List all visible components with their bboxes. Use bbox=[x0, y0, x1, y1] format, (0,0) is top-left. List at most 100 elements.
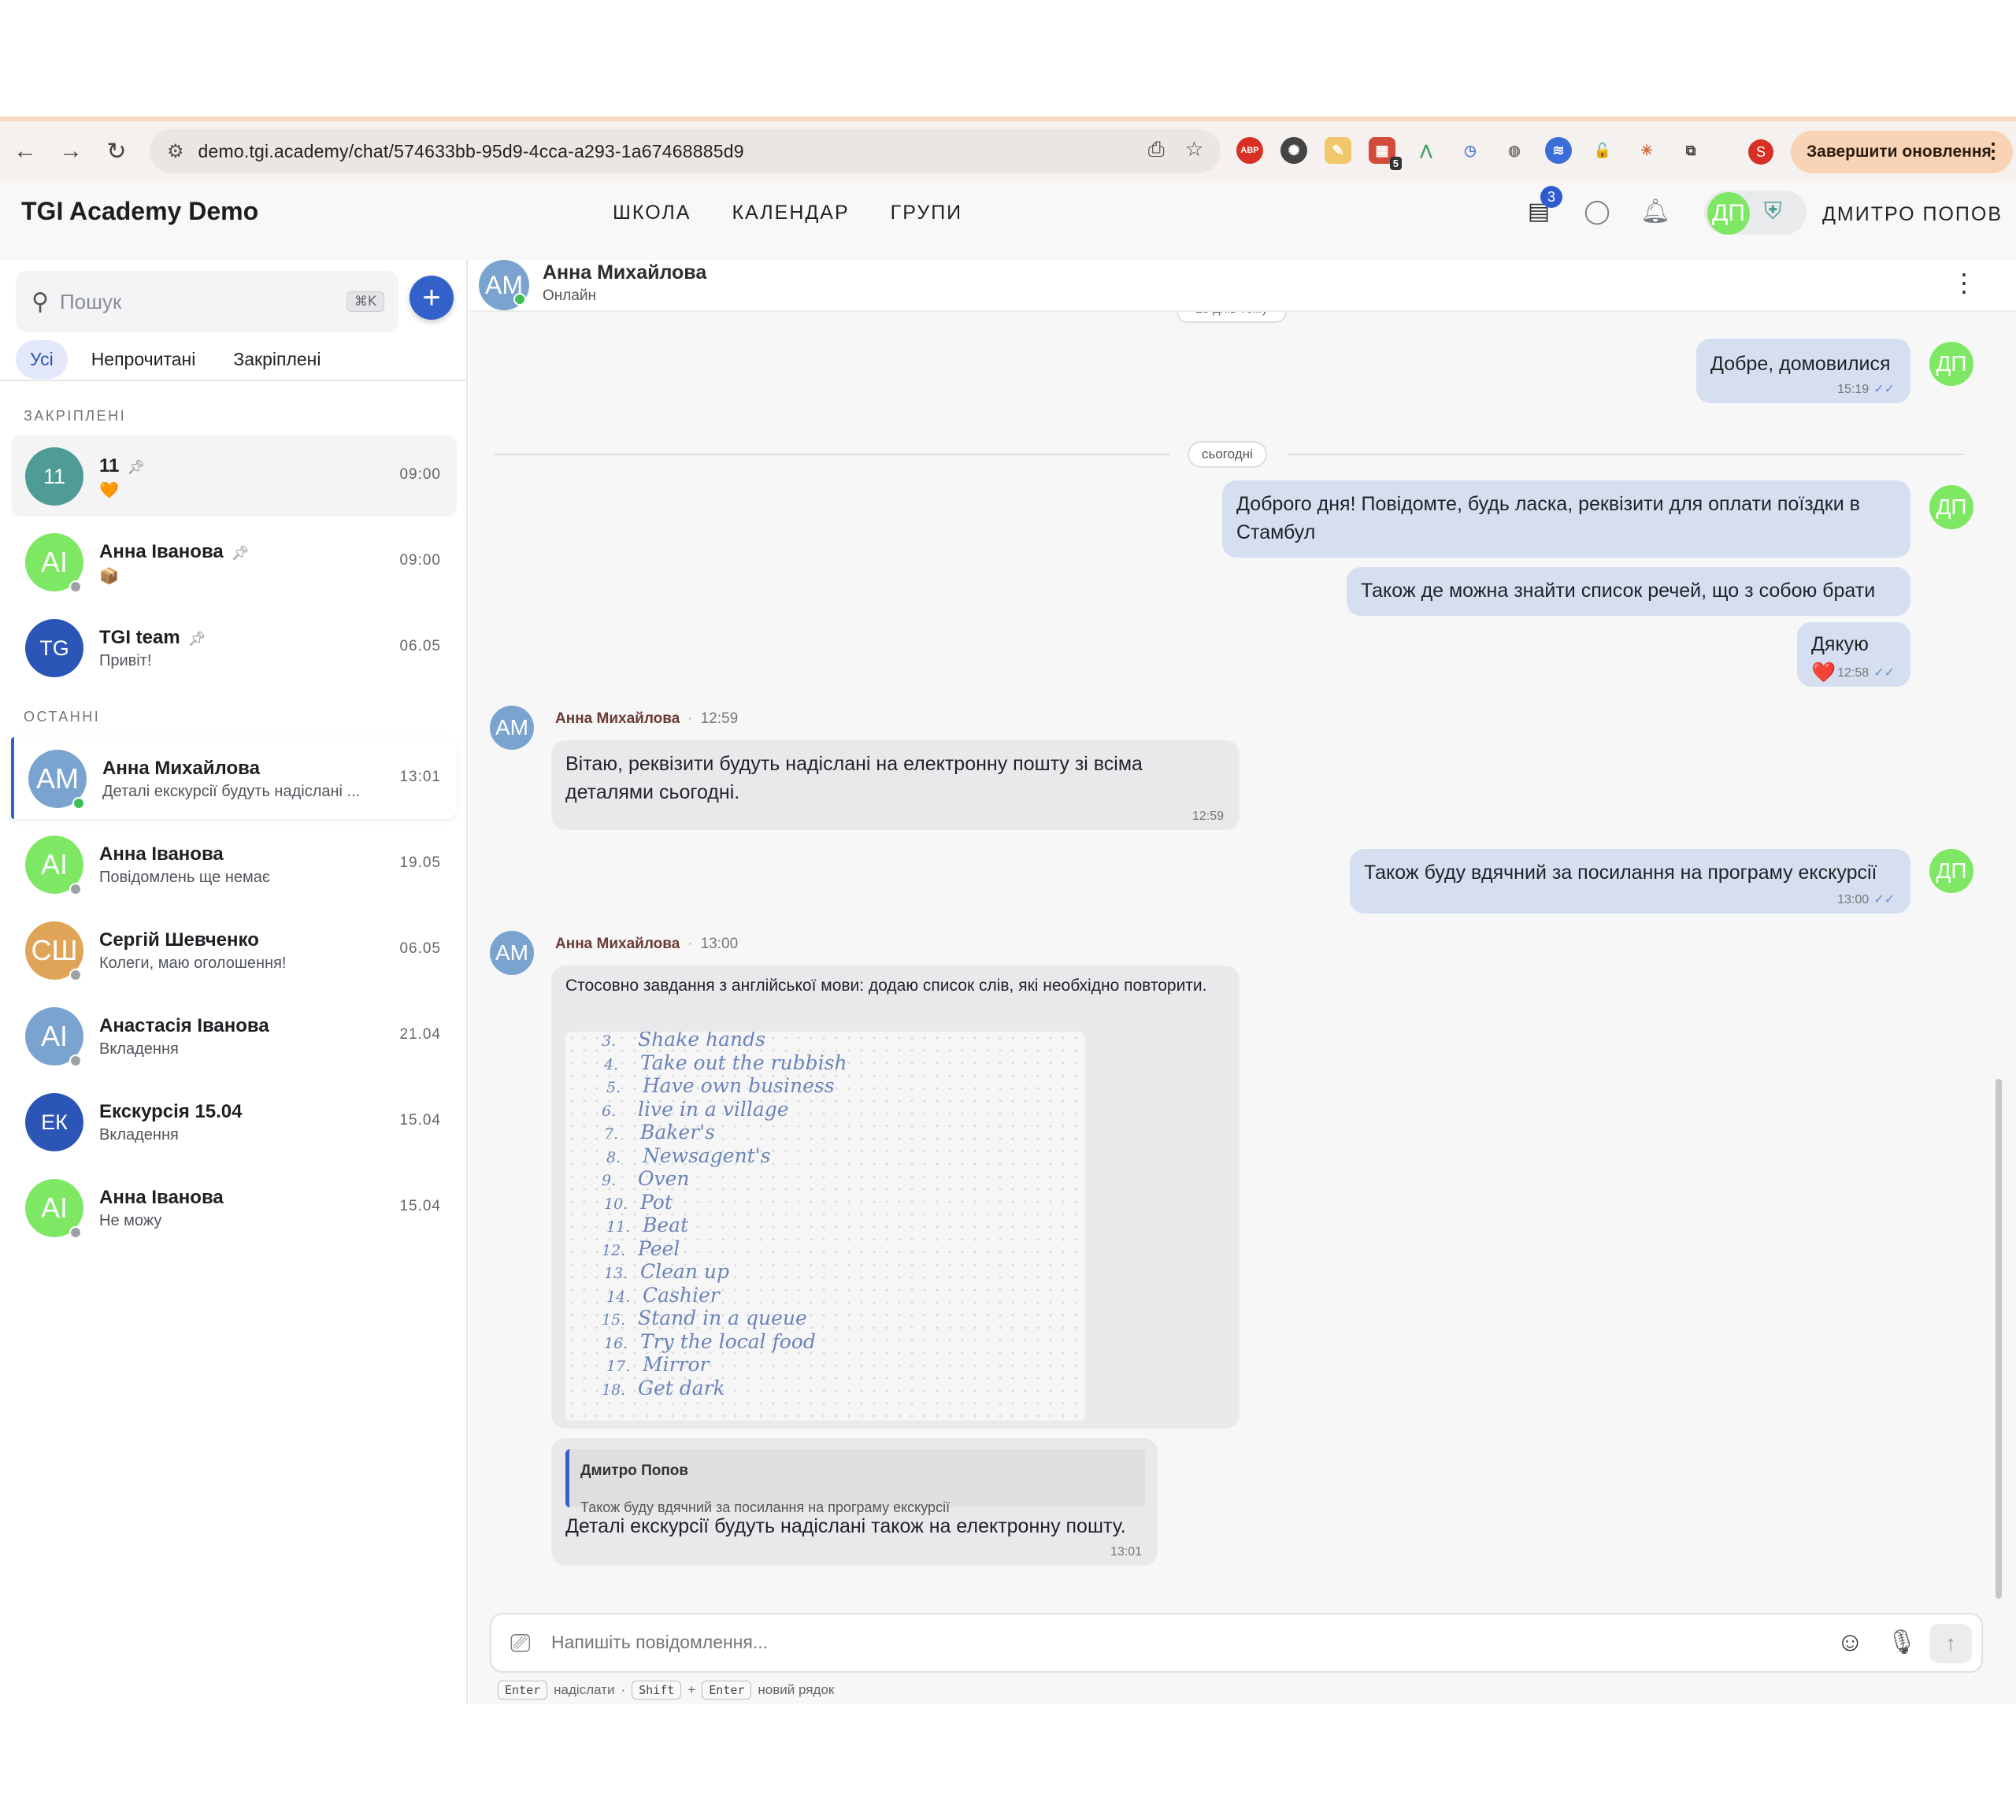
bell-icon[interactable]: 🔔︎ bbox=[1636, 192, 1674, 230]
send-button[interactable]: ↑ bbox=[1929, 1624, 1972, 1663]
chat-name: Екскурсія 15.04 bbox=[99, 1101, 243, 1123]
scrollbar[interactable] bbox=[1996, 1079, 2002, 1599]
adblock-extension-icon[interactable]: ABP bbox=[1236, 137, 1263, 164]
site-settings-icon[interactable]: ⚙ bbox=[167, 140, 184, 163]
pencil-extension-icon[interactable]: ✎ bbox=[1325, 137, 1351, 164]
peer-name[interactable]: Анна Михайлова bbox=[543, 261, 706, 284]
unlock-extension-icon[interactable]: 🔓 bbox=[1589, 137, 1616, 164]
line-text: Baker's bbox=[640, 1121, 715, 1144]
asterisk-extension-icon[interactable]: ✳ bbox=[1633, 137, 1660, 164]
message-bubble-incoming[interactable]: Вітаю, реквізити будуть надіслані на еле… bbox=[551, 740, 1240, 830]
message-input[interactable] bbox=[551, 1632, 1811, 1653]
message-bubble-incoming[interactable]: Стосовно завдання з англійської мови: до… bbox=[551, 966, 1240, 1429]
chat-time: 06.05 bbox=[399, 940, 441, 957]
notes-icon[interactable]: ▤ 3 bbox=[1520, 186, 1562, 230]
chat-list-item[interactable]: ЕК Екскурсія 15.04 Вкладення 15.04 bbox=[11, 1081, 457, 1162]
message-text: Доброго дня! Повідомте, будь ласка, рекв… bbox=[1236, 493, 1860, 543]
history-extension-icon[interactable]: ◷ bbox=[1457, 137, 1484, 164]
message-text: Стосовно завдання з англійської мови: до… bbox=[565, 977, 1207, 995]
gear-extension-icon[interactable]: ✺ bbox=[1280, 137, 1307, 164]
line-text: Clean up bbox=[640, 1260, 729, 1283]
tab-unread[interactable]: Непрочитані bbox=[77, 340, 210, 379]
chat-time: 21.04 bbox=[399, 1026, 441, 1043]
message-bubble-outgoing[interactable]: Також де можна знайти список речей, що з… bbox=[1347, 567, 1910, 616]
chat-time: 15.04 bbox=[399, 1112, 441, 1129]
forward-icon[interactable]: → bbox=[50, 131, 91, 172]
chat-time: 19.05 bbox=[399, 854, 441, 871]
translate-extension-icon[interactable]: ≋ bbox=[1545, 137, 1572, 164]
back-icon[interactable]: ← bbox=[5, 131, 46, 172]
message-bubble-outgoing[interactable]: Також буду вдячний за посилання на прогр… bbox=[1350, 849, 1910, 914]
nav-calendar[interactable]: КАЛЕНДАР bbox=[732, 202, 849, 224]
chat-preview: Вкладення bbox=[99, 1126, 179, 1144]
paperclip-icon[interactable]: ⎚ bbox=[510, 1629, 531, 1659]
globe-extension-icon[interactable]: ◍ bbox=[1501, 137, 1528, 164]
chat-list-item[interactable]: AI Анастасія Іванова Вкладення 21.04 bbox=[11, 995, 457, 1077]
chat-list-item[interactable]: AI Анна Іванова Не можу 15.04 bbox=[11, 1166, 457, 1248]
tab-all[interactable]: Усі bbox=[16, 340, 68, 379]
my-avatar: ДП bbox=[1929, 849, 1973, 893]
message-bubble-outgoing[interactable]: Доброго дня! Повідомте, будь ласка, рекв… bbox=[1222, 480, 1910, 558]
address-bar[interactable]: ⚙ demo.tgi.academy/chat/574633bb-95d9-4c… bbox=[150, 129, 1221, 173]
message-text: Також буду вдячний за посилання на прогр… bbox=[1364, 862, 1877, 884]
my-avatar: ДП bbox=[1929, 342, 1973, 386]
user-name[interactable]: ДМИТРО ПОПОВ bbox=[1822, 203, 2003, 226]
chat-name-text: Анна Іванова bbox=[99, 843, 224, 865]
reply-quote[interactable]: Дмитро Попов Також буду вдячний за посил… bbox=[565, 1449, 1145, 1515]
chat-list-item[interactable]: AI Анна Іванова 📌︎ 📦 09:00 bbox=[11, 521, 457, 602]
search-input[interactable]: Пошук bbox=[60, 290, 121, 314]
emoji-icon[interactable]: ☺ bbox=[1836, 1627, 1864, 1658]
chat-list-item[interactable]: АМ Анна Михайлова Деталі екскурсії будуть … bbox=[11, 737, 457, 819]
chat-avatar: 11 bbox=[25, 447, 83, 506]
sender-name[interactable]: Анна Михайлова bbox=[555, 936, 680, 952]
nav-groups[interactable]: ГРУПИ bbox=[891, 202, 962, 224]
search-box[interactable]: ⚲ Пошук ⌘K bbox=[16, 271, 398, 332]
vue-extension-icon[interactable]: ⋀ bbox=[1413, 137, 1440, 164]
line-text: Oven bbox=[638, 1167, 690, 1190]
top-nav: ШКОЛА КАЛЕНДАР ГРУПИ bbox=[613, 202, 962, 224]
sender-name[interactable]: Анна Михайлова bbox=[555, 710, 680, 727]
browser-toolbar: ← → ↻ ⚙ demo.tgi.academy/chat/574633bb-9… bbox=[0, 117, 2016, 181]
chat-time: 09:00 bbox=[399, 466, 441, 483]
message-time: 15:19 ✓✓ bbox=[1837, 383, 1895, 397]
chat-bubble-icon[interactable]: ◯ bbox=[1578, 192, 1616, 230]
separator-dot: · bbox=[621, 1682, 626, 1697]
user-menu[interactable]: ДП ⛨ bbox=[1704, 191, 1807, 235]
microphone-icon[interactable]: 🎙︎ bbox=[1887, 1629, 1917, 1656]
app-title[interactable]: TGI Academy Demo bbox=[21, 197, 258, 226]
chat-list-item[interactable]: СШ Сергій Шевченко Колеги, маю оголошення!… bbox=[11, 909, 457, 991]
message-bubble-outgoing[interactable]: Дякую ❤️ 12:58 ✓✓ bbox=[1797, 622, 1910, 687]
chat-avatar: ЕК bbox=[25, 1093, 83, 1151]
finish-update-label: Завершити оновлення bbox=[1807, 143, 1992, 161]
nav-school[interactable]: ШКОЛА bbox=[613, 202, 691, 224]
new-chat-button[interactable]: + bbox=[410, 276, 454, 320]
message-bubble-incoming[interactable]: Дмитро Попов Також буду вдячний за посил… bbox=[551, 1438, 1158, 1566]
peer-avatar-small: АМ bbox=[490, 931, 534, 975]
chat-list-item[interactable]: 11 11 📌︎ 🧡 09:00 bbox=[11, 435, 457, 517]
search-icon: ⚲ bbox=[32, 288, 49, 315]
calendar-extension-icon[interactable]: ▦ 5 bbox=[1369, 137, 1402, 170]
browser-profile-avatar[interactable]: S bbox=[1748, 139, 1773, 165]
message-time: 13:00 ✓✓ bbox=[1837, 893, 1895, 907]
install-app-icon[interactable]: ⎙ bbox=[1148, 137, 1165, 162]
chat-preview: Привіт! bbox=[99, 652, 152, 669]
bookmark-star-icon[interactable]: ☆ bbox=[1185, 137, 1203, 162]
browser-menu-icon[interactable]: ⋮ bbox=[1983, 139, 2003, 163]
reload-icon[interactable]: ↻ bbox=[96, 131, 137, 172]
finish-update-button[interactable]: Завершити оновлення ⋮ bbox=[1791, 131, 2013, 173]
line-text: Take out the rubbish bbox=[640, 1051, 847, 1074]
attachment-image[interactable]: 3. Shake hands 4. Take out the rubbish 5. Hav… bbox=[565, 1032, 1085, 1421]
shift-key: Shift bbox=[632, 1681, 682, 1700]
tab-pinned[interactable]: Закріплені bbox=[219, 340, 335, 379]
newline-hint: новий рядок bbox=[758, 1682, 835, 1697]
line-text: Pot bbox=[640, 1190, 673, 1214]
chat-list-item[interactable]: TG TGI team 📌︎ Привіт! 06.05 bbox=[11, 606, 457, 688]
more-options-icon[interactable]: ⋮ bbox=[1951, 268, 1977, 298]
message-bubble-outgoing[interactable]: Добре, домовилися 15:19 ✓✓ bbox=[1696, 339, 1910, 403]
chat-time: 15.04 bbox=[399, 1198, 441, 1214]
url-text[interactable]: demo.tgi.academy/chat/574633bb-95d9-4cca… bbox=[198, 141, 744, 162]
puzzle-extensions-icon[interactable]: ⧉ bbox=[1677, 137, 1704, 164]
presence-indicator bbox=[69, 1055, 82, 1067]
chat-list-item[interactable]: AI Анна Іванова Повідомлень ще немає 19.05 bbox=[11, 823, 457, 905]
line-text: live in a village bbox=[638, 1097, 789, 1121]
